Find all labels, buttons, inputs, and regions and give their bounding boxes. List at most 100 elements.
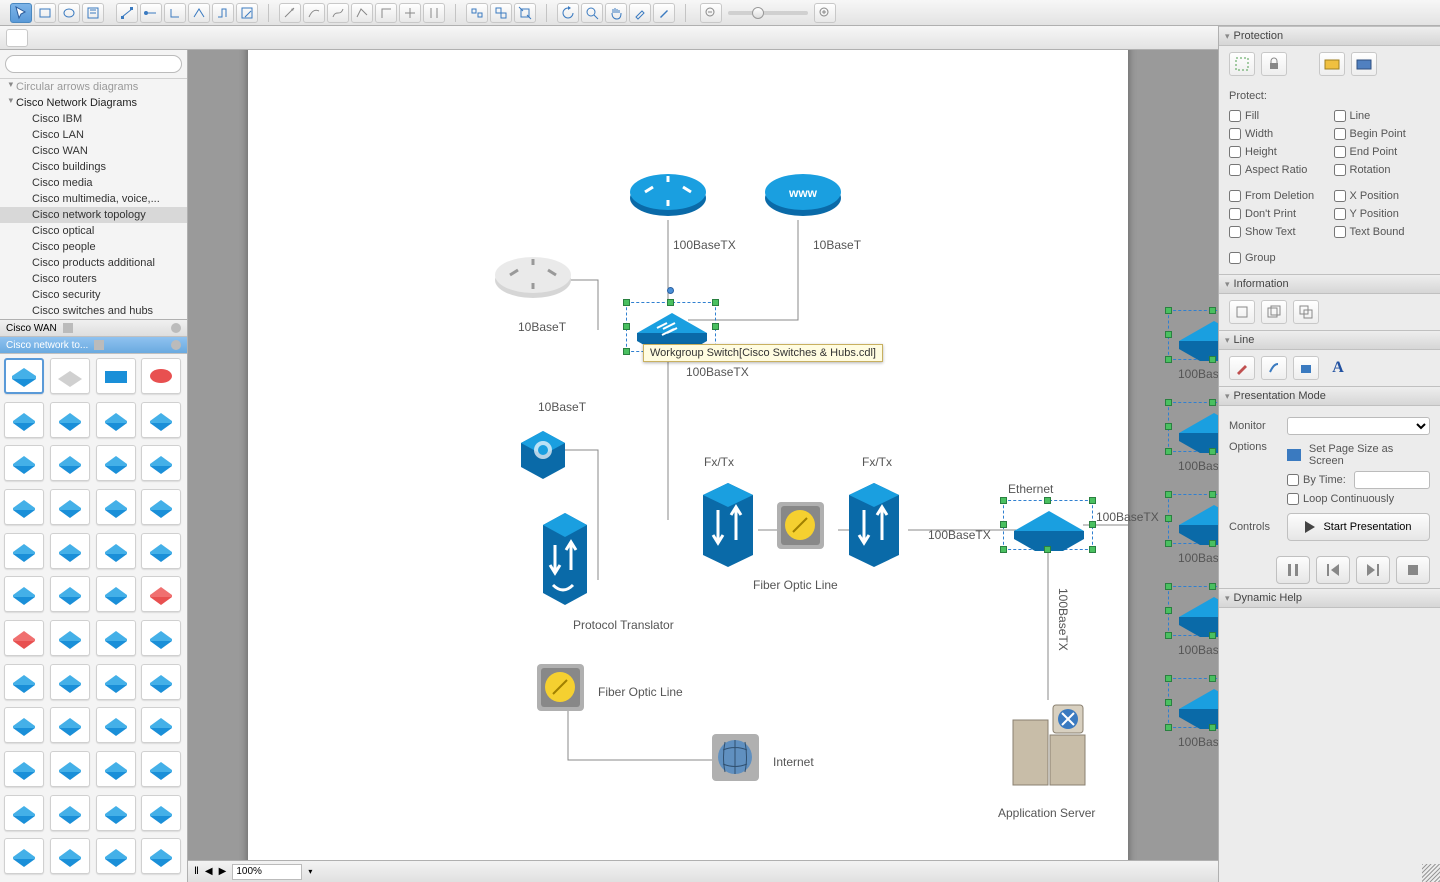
bytime-input[interactable] [1354, 471, 1430, 489]
next-button[interactable] [1356, 556, 1390, 584]
shape-cell[interactable] [4, 402, 44, 438]
protect-icon-lock[interactable] [1261, 52, 1287, 76]
tree-item[interactable]: Cisco buildings [0, 159, 187, 175]
shape-cell[interactable] [141, 533, 181, 569]
node-switch-r2[interactable] [1168, 402, 1218, 452]
chk-bytime[interactable]: By Time: [1287, 469, 1430, 491]
zoom-slider[interactable] [700, 3, 836, 23]
chk-width[interactable]: Width [1229, 126, 1326, 142]
tree-item[interactable]: Cisco WAN [0, 143, 187, 159]
shape-cell[interactable] [141, 402, 181, 438]
section-information[interactable]: Information [1219, 274, 1440, 294]
stop-button[interactable] [1396, 556, 1430, 584]
shape-cell[interactable] [141, 445, 181, 481]
shape-cell[interactable] [50, 664, 90, 700]
arrow-tool-7[interactable] [423, 3, 445, 23]
library-search[interactable] [5, 55, 182, 73]
chk-showtext[interactable]: Show Text [1229, 224, 1326, 240]
tree-item[interactable]: Cisco switches and hubs [0, 303, 187, 319]
tree-truncated[interactable]: Circular arrows diagrams [0, 79, 187, 95]
chk-fromdel[interactable]: From Deletion [1229, 188, 1326, 204]
tree-item[interactable]: Cisco LAN [0, 127, 187, 143]
tree-item[interactable]: Cisco security [0, 287, 187, 303]
shape-cell[interactable] [96, 489, 136, 525]
canvas-page[interactable]: 10BaseT 100BaseTX www 10BaseT 100BaseTX … [248, 50, 1128, 860]
shape-cell[interactable] [50, 620, 90, 656]
monitor-select[interactable] [1287, 417, 1430, 435]
shape-cell[interactable] [50, 358, 90, 394]
shape-cell[interactable] [50, 795, 90, 831]
shape-cell[interactable] [96, 358, 136, 394]
shape-cell[interactable] [141, 838, 181, 874]
shape-cell[interactable] [4, 707, 44, 743]
line-icon-brush[interactable] [1261, 356, 1287, 380]
node-app-server[interactable] [1008, 700, 1088, 790]
zoom-out-icon[interactable] [700, 3, 722, 23]
node-switch-r5[interactable] [1168, 678, 1218, 728]
tree-item[interactable]: Cisco people [0, 239, 187, 255]
connector-1[interactable] [116, 3, 138, 23]
shape-cell[interactable] [141, 358, 181, 394]
zoom-field[interactable] [232, 864, 302, 880]
refresh-tool[interactable] [557, 3, 579, 23]
text-tool[interactable] [82, 3, 104, 23]
node-ethernet-switch[interactable] [1003, 500, 1093, 550]
lib-tab[interactable]: Cisco WAN [0, 320, 187, 337]
shape-cell[interactable] [4, 751, 44, 787]
lib-tab-active[interactable]: Cisco network to... [0, 337, 187, 354]
connector-6[interactable] [236, 3, 258, 23]
shape-cell[interactable] [96, 751, 136, 787]
shape-cell[interactable] [96, 620, 136, 656]
node-switch-r3[interactable] [1168, 494, 1218, 544]
shape-cell[interactable] [4, 620, 44, 656]
eyedrop-tool[interactable] [629, 3, 651, 23]
shape-cell[interactable] [141, 489, 181, 525]
align-tool-3[interactable] [514, 3, 536, 23]
node-switch-r4[interactable] [1168, 586, 1218, 636]
library-tree[interactable]: Circular arrows diagrams Cisco Network D… [0, 79, 187, 319]
arrow-tool-2[interactable] [303, 3, 325, 23]
arrow-tool-4[interactable] [351, 3, 373, 23]
shape-cell[interactable] [4, 576, 44, 612]
shape-cell[interactable] [50, 751, 90, 787]
shape-cell[interactable] [4, 358, 44, 394]
shape-cell[interactable] [4, 795, 44, 831]
pointer-tool[interactable] [10, 3, 32, 23]
chk-ypos[interactable]: Y Position [1334, 206, 1431, 222]
shape-cell[interactable] [50, 489, 90, 525]
connector-5[interactable] [212, 3, 234, 23]
canvas-area[interactable]: 10BaseT 100BaseTX www 10BaseT 100BaseTX … [188, 50, 1218, 860]
info-icon-1[interactable] [1229, 300, 1255, 324]
prev-button[interactable] [1316, 556, 1350, 584]
chk-group[interactable]: Group [1229, 250, 1430, 266]
shape-cell[interactable] [50, 838, 90, 874]
section-dynamic-help[interactable]: Dynamic Help [1219, 588, 1440, 608]
shape-cell[interactable] [96, 445, 136, 481]
chk-height[interactable]: Height [1229, 144, 1326, 160]
chk-setpage[interactable]: Set Page Size as Screen [1287, 441, 1430, 469]
tree-item[interactable]: Cisco media [0, 175, 187, 191]
tree-item[interactable]: Cisco multimedia, voice,... [0, 191, 187, 207]
connector-3[interactable] [164, 3, 186, 23]
shape-cell[interactable] [4, 533, 44, 569]
zoom-tool[interactable] [581, 3, 603, 23]
shape-cell[interactable] [50, 707, 90, 743]
shape-cell[interactable] [4, 489, 44, 525]
shape-cell[interactable] [141, 664, 181, 700]
protect-icon-4[interactable] [1351, 52, 1377, 76]
shape-cell[interactable] [4, 838, 44, 874]
shape-cell[interactable] [96, 576, 136, 612]
tree-item[interactable]: Cisco routers [0, 271, 187, 287]
info-icon-3[interactable] [1293, 300, 1319, 324]
shape-cell[interactable] [4, 445, 44, 481]
pen-tool[interactable] [653, 3, 675, 23]
info-icon-2[interactable] [1261, 300, 1287, 324]
tree-item[interactable]: Cisco optical [0, 223, 187, 239]
shape-cell[interactable] [96, 707, 136, 743]
line-icon-fill[interactable] [1293, 356, 1319, 380]
shape-cell[interactable] [50, 402, 90, 438]
line-icon-pen[interactable] [1229, 356, 1255, 380]
tree-category[interactable]: Cisco Network Diagrams [0, 95, 187, 111]
align-tool-2[interactable] [490, 3, 512, 23]
node-fxtx-1[interactable] [698, 480, 758, 570]
